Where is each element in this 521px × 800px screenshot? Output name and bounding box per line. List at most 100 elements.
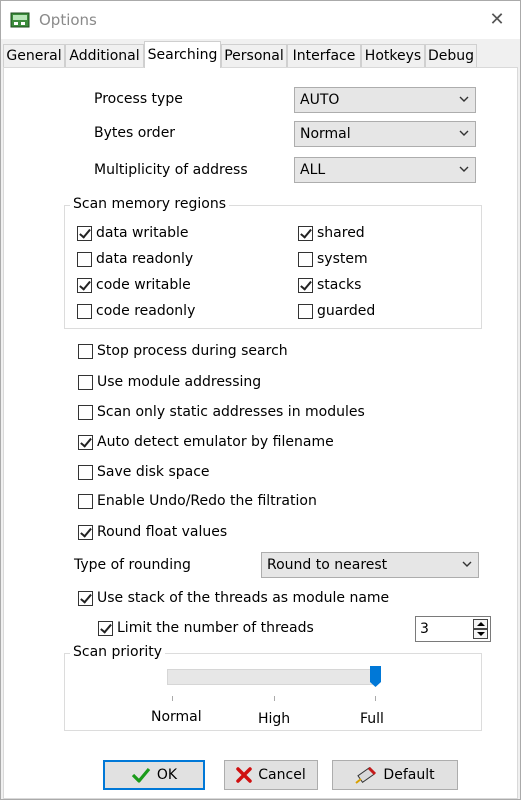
option-label: Stop process during search (97, 343, 288, 359)
process-type-label: Process type (94, 91, 183, 107)
multiplicity-label: Multiplicity of address (94, 162, 248, 178)
option-undo-redo[interactable]: Enable Undo/Redo the filtration (78, 492, 317, 510)
option-auto-detect-emulator[interactable]: Auto detect emulator by filename (78, 433, 334, 451)
checkbox[interactable] (298, 251, 313, 267)
checkbox[interactable] (298, 303, 313, 319)
tab-hotkeys[interactable]: Hotkeys (361, 44, 425, 67)
region-label: shared (317, 225, 365, 241)
tab-debug[interactable]: Debug (425, 44, 477, 67)
thread-limit-value: 3 (420, 621, 429, 637)
process-type-select[interactable]: AUTO (294, 87, 476, 113)
region-code-readonly[interactable]: code readonly (77, 302, 195, 320)
checkbox[interactable] (78, 464, 93, 480)
priority-high-label: High (258, 711, 291, 727)
tick-mark (375, 696, 376, 701)
title-bar: Options ✕ (1, 1, 520, 39)
region-label: guarded (317, 303, 376, 319)
checkbox[interactable] (78, 343, 93, 359)
region-system[interactable]: system (298, 250, 368, 268)
region-stacks[interactable]: stacks (298, 276, 361, 294)
option-static-addresses[interactable]: Scan only static addresses in modules (78, 403, 365, 421)
tab-personal[interactable]: Personal (221, 44, 287, 67)
tab-additional[interactable]: Additional (65, 44, 144, 67)
priority-normal-label: Normal (151, 709, 202, 725)
option-label: Save disk space (97, 464, 210, 480)
cancel-button[interactable]: Cancel (224, 760, 318, 790)
chevron-down-icon (459, 130, 469, 136)
default-label: Default (383, 767, 435, 783)
tick-mark (274, 696, 275, 701)
checkbox[interactable] (78, 590, 93, 606)
close-icon: ✕ (489, 9, 505, 30)
bytes-order-label: Bytes order (94, 125, 176, 141)
bytes-order-select[interactable]: Normal (294, 121, 476, 147)
tab-bar: General Additional Searching Personal In… (3, 41, 520, 68)
checkbox[interactable] (298, 277, 313, 293)
option-save-disk-space[interactable]: Save disk space (78, 463, 210, 481)
rounding-label: Type of rounding (74, 557, 191, 573)
option-label: Auto detect emulator by filename (97, 434, 334, 450)
ok-button[interactable]: OK (103, 760, 205, 790)
option-round-float[interactable]: Round float values (78, 523, 227, 541)
chevron-down-icon (459, 96, 469, 102)
checkbox[interactable] (77, 251, 92, 267)
region-label: system (317, 251, 368, 267)
check-icon (131, 767, 151, 783)
process-type-value: AUTO (300, 92, 340, 108)
scan-memory-regions-group: Scan memory regions data writable data r… (64, 196, 482, 329)
tick-mark (172, 696, 173, 701)
option-use-thread-stack[interactable]: Use stack of the threads as module name (78, 589, 389, 607)
chevron-down-icon (462, 561, 472, 567)
region-label: data writable (96, 225, 189, 241)
checkbox[interactable] (78, 493, 93, 509)
bytes-order-value: Normal (300, 126, 351, 142)
priority-slider-track[interactable] (167, 669, 378, 685)
app-icon (10, 12, 30, 28)
option-label: Round float values (97, 524, 228, 540)
tab-searching[interactable]: Searching (144, 41, 221, 68)
region-code-writable[interactable]: code writable (77, 276, 191, 294)
checkbox[interactable] (77, 277, 92, 293)
option-label: Scan only static addresses in modules (97, 404, 365, 420)
chevron-down-icon (459, 166, 469, 172)
region-label: code writable (96, 277, 191, 293)
thread-limit-spinner[interactable]: 3 (415, 616, 491, 642)
region-data-readonly[interactable]: data readonly (77, 250, 193, 268)
option-stop-process[interactable]: Stop process during search (78, 342, 288, 360)
tab-general[interactable]: General (3, 44, 65, 67)
default-button[interactable]: Default (332, 760, 458, 790)
option-label: Use module addressing (97, 374, 262, 390)
close-button[interactable]: ✕ (484, 7, 510, 33)
scan-priority-title: Scan priority (70, 644, 166, 660)
region-label: data readonly (96, 251, 194, 267)
checkbox[interactable] (78, 404, 93, 420)
region-shared[interactable]: shared (298, 224, 365, 242)
option-limit-threads[interactable]: Limit the number of threads (98, 619, 314, 637)
tab-interface[interactable]: Interface (287, 44, 361, 67)
checkbox[interactable] (298, 225, 313, 241)
checkbox[interactable] (77, 225, 92, 241)
option-module-addressing[interactable]: Use module addressing (78, 373, 261, 391)
checkbox[interactable] (78, 374, 93, 390)
option-label: Enable Undo/Redo the filtration (97, 493, 317, 509)
region-guarded[interactable]: guarded (298, 302, 375, 320)
multiplicity-select[interactable]: ALL (294, 157, 476, 183)
option-label: Use stack of the threads as module name (97, 590, 390, 606)
spin-down-icon[interactable] (473, 629, 488, 639)
region-data-writable[interactable]: data writable (77, 224, 189, 242)
checkbox[interactable] (78, 524, 93, 540)
priority-slider-thumb[interactable] (370, 666, 381, 688)
checkbox[interactable] (78, 434, 93, 450)
priority-full-label: Full (360, 711, 384, 727)
searching-panel: Process type AUTO Bytes order Normal Mul… (3, 67, 518, 799)
rounding-select[interactable]: Round to nearest (261, 552, 479, 578)
checkbox[interactable] (77, 303, 92, 319)
spin-up-icon[interactable] (473, 619, 488, 629)
checkbox[interactable] (98, 620, 113, 636)
option-label: Limit the number of threads (117, 620, 314, 636)
window-title: Options (39, 11, 97, 29)
region-label: code readonly (96, 303, 196, 319)
eraser-icon (355, 766, 377, 784)
ok-label: OK (156, 767, 178, 783)
scan-priority-group: Scan priority Normal High Full (64, 644, 482, 731)
